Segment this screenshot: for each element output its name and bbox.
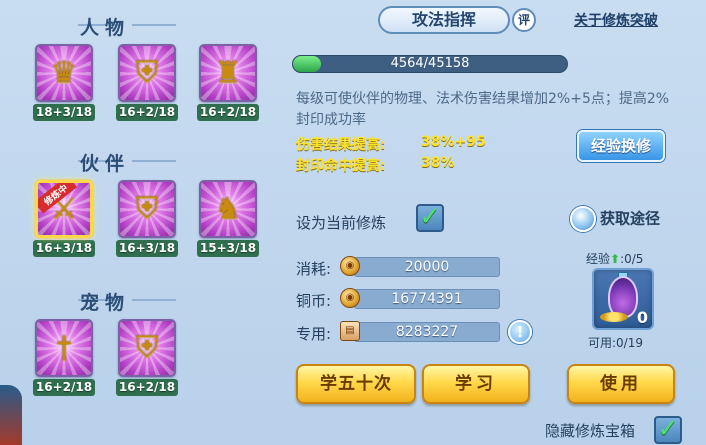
slot-huoban-3[interactable]: ♞ 15+3/18 <box>197 180 259 257</box>
shield-pet-icon: ⛨ <box>135 330 159 366</box>
voucher-icon: ▤ <box>340 321 360 341</box>
bonus-value: 38%+95 <box>421 134 486 150</box>
bonus-label: 伤害结果提高: <box>296 137 386 153</box>
hide-chest-label: 隐藏修炼宝箱 <box>545 422 636 440</box>
exp-exchange-button[interactable]: 经验换修 <box>577 130 665 162</box>
skill-title-tab[interactable]: 攻法指挥 <box>378 6 510 34</box>
bonus-damage: 伤害结果提高: 38%+95 <box>296 134 486 154</box>
item-count: 0 <box>636 308 648 327</box>
slot-level: 18+3/18 <box>33 104 95 121</box>
slot-level: 15+3/18 <box>197 240 259 257</box>
breakthrough-help-link[interactable]: 关于修炼突破 <box>574 10 658 30</box>
up-arrow-icon: ⬆ <box>610 252 621 266</box>
experience-progress-bar: 4564/45158 <box>292 55 568 73</box>
section-title-renwu: 人物 <box>79 17 130 39</box>
bonus-seal: 封印命中提高: 38% <box>296 155 455 175</box>
info-icon[interactable]: ! <box>508 320 532 344</box>
section-ornament <box>132 299 176 301</box>
slot-level: 16+3/18 <box>116 240 178 257</box>
cultivation-panel: 人物 ♛ 18+3/18 ⛨ 16+2/18 ♜ 16+2/18 伙伴 ⚔ 修炼中… <box>0 0 706 445</box>
cost-row: 消耗: 20000 ◉ <box>296 256 506 278</box>
section-ornament <box>132 160 176 162</box>
section-title-huoban: 伙伴 <box>79 153 130 175</box>
copper-coin-icon: ◉ <box>340 256 360 276</box>
progress-text: 4564/45158 <box>390 56 470 71</box>
slot-renwu-1[interactable]: ♛ 18+3/18 <box>33 44 95 121</box>
hide-chest-checkbox[interactable]: ✓ <box>654 416 682 444</box>
rating-badge[interactable]: 评 <box>512 8 536 32</box>
slot-level: 16+2/18 <box>197 104 259 121</box>
golden-shield-figure-icon: ⛨ <box>135 55 159 91</box>
corner-decoration <box>0 385 22 445</box>
skill-description: 每级可使伙伴的物理、法术伤害结果增加2%+5点；提高2%封印成功率 <box>296 91 670 128</box>
available-count: 可用:0/19 <box>588 336 643 350</box>
exp-value: :0/5 <box>620 252 644 266</box>
golden-figure-icon: ♛ <box>50 55 78 91</box>
copper-coin-icon: ◉ <box>340 288 360 308</box>
slot-icon-frame: † <box>35 319 93 377</box>
checkmark-icon: ✓ <box>419 202 441 232</box>
set-current-label: 设为当前修炼 <box>296 214 387 232</box>
slot-chongwu-1[interactable]: † 16+2/18 <box>33 319 95 396</box>
voucher-label: 专用: <box>296 325 332 343</box>
section-title-chongwu: 宠物 <box>79 292 130 314</box>
slot-icon-frame-selected: ⚔ 修炼中 <box>35 180 93 238</box>
slot-level: 16+2/18 <box>116 104 178 121</box>
slot-icon-frame: ⛨ <box>118 319 176 377</box>
learn-fifty-button[interactable]: 学五十次 <box>296 364 416 404</box>
obtain-source-button[interactable]: 获取途径 <box>570 206 660 232</box>
slot-huoban-2[interactable]: ⛨ 16+3/18 <box>116 180 178 257</box>
exp-label: 经验 <box>586 252 611 266</box>
armor-beast-icon: ♞ <box>214 191 242 227</box>
checkmark-icon: ✓ <box>657 414 679 444</box>
slot-level: 16+3/18 <box>33 240 95 257</box>
slot-icon-frame: ⛨ <box>118 44 176 102</box>
slot-icon-frame: ♜ <box>199 44 257 102</box>
gem-icon <box>570 206 596 232</box>
copper-row: 铜币: 16774391 ◉ <box>296 288 506 310</box>
slot-icon-frame: ⛨ <box>118 180 176 238</box>
slot-level: 16+2/18 <box>116 379 178 396</box>
slot-huoban-1[interactable]: ⚔ 修炼中 16+3/18 <box>33 180 95 257</box>
use-button[interactable]: 使用 <box>567 364 675 404</box>
copper-value: 16774391 <box>354 289 500 309</box>
set-current-checkbox[interactable]: ✓ <box>416 204 444 232</box>
learn-button[interactable]: 学习 <box>422 364 530 404</box>
cost-label: 消耗: <box>296 260 332 278</box>
slot-level: 16+2/18 <box>33 379 95 396</box>
golden-warrior-icon: ♜ <box>214 55 242 91</box>
cost-value: 20000 <box>354 257 500 277</box>
copper-label: 铜币: <box>296 292 332 310</box>
slot-renwu-2[interactable]: ⛨ 16+2/18 <box>116 44 178 121</box>
section-ornament <box>132 24 176 26</box>
slot-icon-frame: ♞ <box>199 180 257 238</box>
voucher-row: 专用: 8283227 ▤ <box>296 321 506 343</box>
obtain-source-label: 获取途径 <box>600 209 661 228</box>
potion-item-slot[interactable]: 0 <box>592 268 654 330</box>
voucher-value: 8283227 <box>354 322 500 342</box>
bonus-label: 封印命中提高: <box>296 158 386 174</box>
gold-coins-icon <box>600 312 628 322</box>
exp-counter: 经验⬆:0/5 <box>586 250 643 267</box>
bonus-value: 38% <box>421 155 455 171</box>
slot-icon-frame: ♛ <box>35 44 93 102</box>
shield-beast-icon: ⛨ <box>135 191 159 227</box>
sword-pet-icon: † <box>56 330 72 366</box>
slot-chongwu-2[interactable]: ⛨ 16+2/18 <box>116 319 178 396</box>
slot-renwu-3[interactable]: ♜ 16+2/18 <box>197 44 259 121</box>
